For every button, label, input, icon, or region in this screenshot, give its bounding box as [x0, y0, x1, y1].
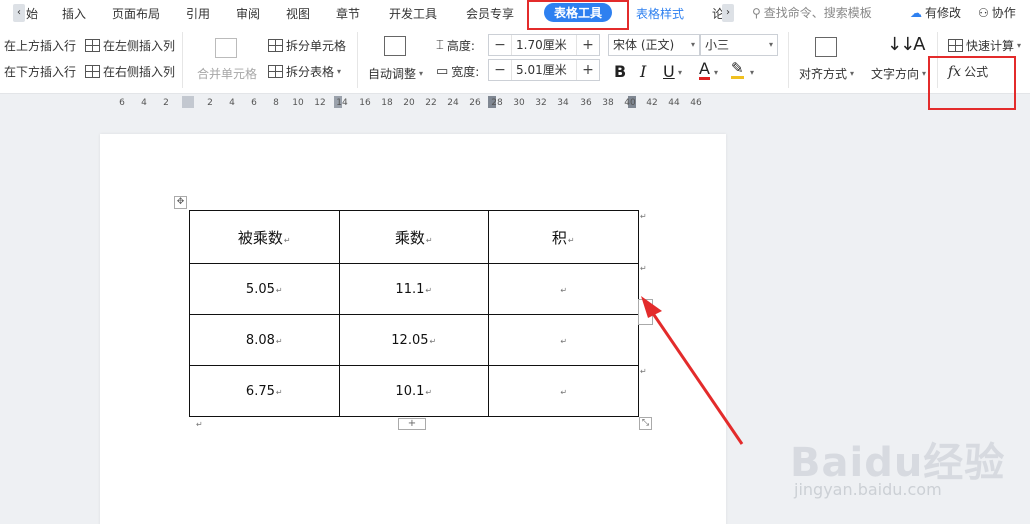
arrow-head — [641, 296, 662, 318]
watermark-url: jingyan.baidu.com — [794, 480, 942, 499]
arrow-shaft — [650, 311, 744, 445]
watermark: Baidu经验 jingyan.baidu.com — [790, 410, 1030, 520]
